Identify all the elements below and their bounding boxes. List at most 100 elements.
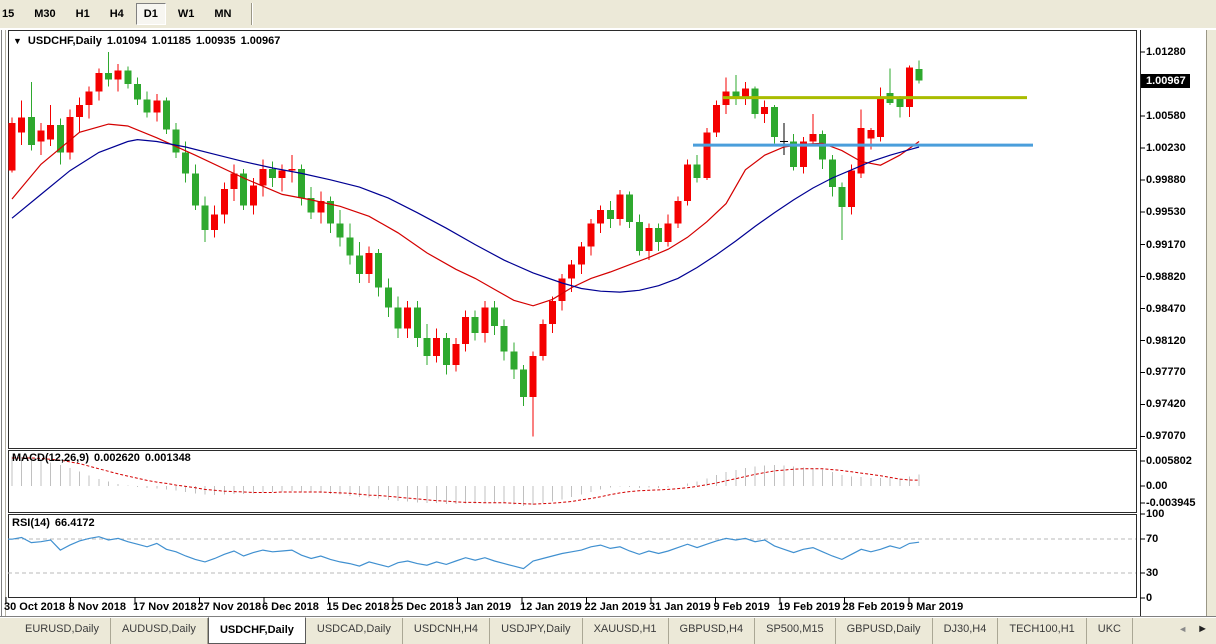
candle-body xyxy=(144,99,151,112)
candle-body xyxy=(684,164,691,201)
price-axis-label: 1.00230 xyxy=(1146,142,1186,154)
date-axis-label: 25 Dec 2018 xyxy=(391,601,454,613)
symbol-dropdown-icon[interactable]: ▼ xyxy=(13,36,22,46)
rsi-axis-label: 70 xyxy=(1146,533,1158,545)
candle-body xyxy=(703,132,710,178)
macd-label: MACD(12,26,9)0.0026200.001348 xyxy=(12,452,196,464)
candle-body xyxy=(771,107,778,137)
date-axis-label: 9 Mar 2019 xyxy=(907,601,963,613)
tab-scroll-right-icon[interactable]: ► xyxy=(1192,623,1213,635)
rsi-axis-label: 30 xyxy=(1146,567,1158,579)
price-axis-label: 0.99880 xyxy=(1146,174,1186,186)
candle-body xyxy=(47,125,54,140)
chart-tab-tech100[interactable]: TECH100,H1 xyxy=(998,618,1086,644)
candle-body xyxy=(124,70,131,84)
candle-body xyxy=(809,134,816,141)
candle-body xyxy=(182,152,189,173)
candle-body xyxy=(230,173,237,189)
tab-scroll-left-icon[interactable]: ◄ xyxy=(1173,624,1192,634)
date-axis-label: 12 Jan 2019 xyxy=(520,601,582,613)
rsi-name: RSI(14) xyxy=(12,517,50,529)
candle-body xyxy=(713,105,720,132)
candle-body xyxy=(626,194,633,221)
candle-body xyxy=(37,131,44,142)
date-axis-label: 28 Feb 2019 xyxy=(843,601,905,613)
candle-body xyxy=(346,237,353,255)
candle-body xyxy=(510,351,517,369)
symbol-name: USDCHF,Daily xyxy=(28,35,102,47)
price-axis-label: 0.98470 xyxy=(1146,303,1186,315)
candle-body xyxy=(250,185,257,205)
candle-body xyxy=(423,338,430,356)
chart-tab-gbpusd[interactable]: GBPUSD,Daily xyxy=(836,618,933,644)
price-axis-label: 0.97070 xyxy=(1146,430,1186,442)
candle-body xyxy=(636,222,643,251)
price-axis-label: 1.01280 xyxy=(1146,46,1186,58)
candle-body xyxy=(462,317,469,344)
candle-body xyxy=(105,73,112,79)
candle-body xyxy=(906,68,913,107)
candle-body xyxy=(66,117,73,153)
chart-tab-eurusd[interactable]: EURUSD,Daily xyxy=(14,618,111,644)
price-axis-label: 0.97420 xyxy=(1146,398,1186,410)
candle-body xyxy=(28,117,35,145)
candle-body xyxy=(568,265,575,279)
candle-body xyxy=(173,130,180,153)
rsi-levels xyxy=(8,539,1136,573)
date-axis-label: 9 Feb 2019 xyxy=(714,601,770,613)
candle-body xyxy=(674,201,681,224)
price-axis-label: 1.00580 xyxy=(1146,110,1186,122)
chart-tab-xauusd[interactable]: XAUUSD,H1 xyxy=(583,618,669,644)
candle-body xyxy=(385,288,392,308)
candle-body xyxy=(867,130,874,138)
chart-tab-usdcnh[interactable]: USDCNH,H4 xyxy=(403,618,490,644)
price-axis-label: 0.99530 xyxy=(1146,206,1186,218)
candle-body xyxy=(279,171,286,178)
candle-body xyxy=(597,210,604,224)
ma-fast-line xyxy=(12,124,919,306)
candle-body xyxy=(433,338,440,356)
price-axis-label: 0.97770 xyxy=(1146,366,1186,378)
macd-value-signal: 0.001348 xyxy=(145,452,191,464)
candle-body xyxy=(607,210,614,219)
chart-tab-usdcad[interactable]: USDCAD,Daily xyxy=(306,618,403,644)
candle-body xyxy=(366,253,373,274)
candle-body xyxy=(665,224,672,242)
date-axis-label: 19 Feb 2019 xyxy=(778,601,840,613)
candle-body xyxy=(134,84,141,100)
ohlc-high: 1.01185 xyxy=(152,35,191,47)
chart-tab-usdjpy[interactable]: USDJPY,Daily xyxy=(490,618,583,644)
candle-body xyxy=(655,228,662,242)
ohlc-open: 1.01094 xyxy=(107,35,147,47)
candle-body xyxy=(694,164,701,178)
rsi-axis-label: 100 xyxy=(1146,508,1164,520)
chart-tab-ukc[interactable]: UKC xyxy=(1087,618,1133,644)
date-axis-label: 17 Nov 2018 xyxy=(133,601,197,613)
candle-body xyxy=(356,256,363,274)
chart-title: ▼USDCHF,Daily1.010941.011851.009351.0096… xyxy=(13,35,285,47)
candle-body xyxy=(829,160,836,187)
candle-body xyxy=(819,134,826,160)
macd-axis-label: 0.005802 xyxy=(1146,455,1192,467)
chart-tab-dj30[interactable]: DJ30,H4 xyxy=(933,618,999,644)
candle-body xyxy=(211,215,218,231)
candle-body xyxy=(491,308,498,326)
chart-tab-gbpusd[interactable]: GBPUSD,H4 xyxy=(669,618,756,644)
ohlc-low: 1.00935 xyxy=(196,35,236,47)
current-price-badge: 1.00967 xyxy=(1141,74,1190,88)
date-axis-label: 27 Nov 2018 xyxy=(198,601,262,613)
candle-body xyxy=(501,326,508,352)
chart-tab-audusd[interactable]: AUDUSD,Daily xyxy=(111,618,208,644)
candle-body xyxy=(877,97,884,137)
candle-body xyxy=(578,246,585,264)
date-axis-label: 15 Dec 2018 xyxy=(327,601,390,613)
ma-slow-line xyxy=(12,140,919,293)
date-axis-label: 22 Jan 2019 xyxy=(585,601,647,613)
chart-tab-sp500[interactable]: SP500,M15 xyxy=(755,618,835,644)
candle-body xyxy=(259,169,266,185)
rsi-value: 66.4172 xyxy=(55,517,95,529)
chart-tab-usdchf[interactable]: USDCHF,Daily xyxy=(208,617,306,644)
candle-body xyxy=(414,308,421,338)
date-axis-label: 8 Nov 2018 xyxy=(69,601,126,613)
candle-body xyxy=(645,228,652,251)
